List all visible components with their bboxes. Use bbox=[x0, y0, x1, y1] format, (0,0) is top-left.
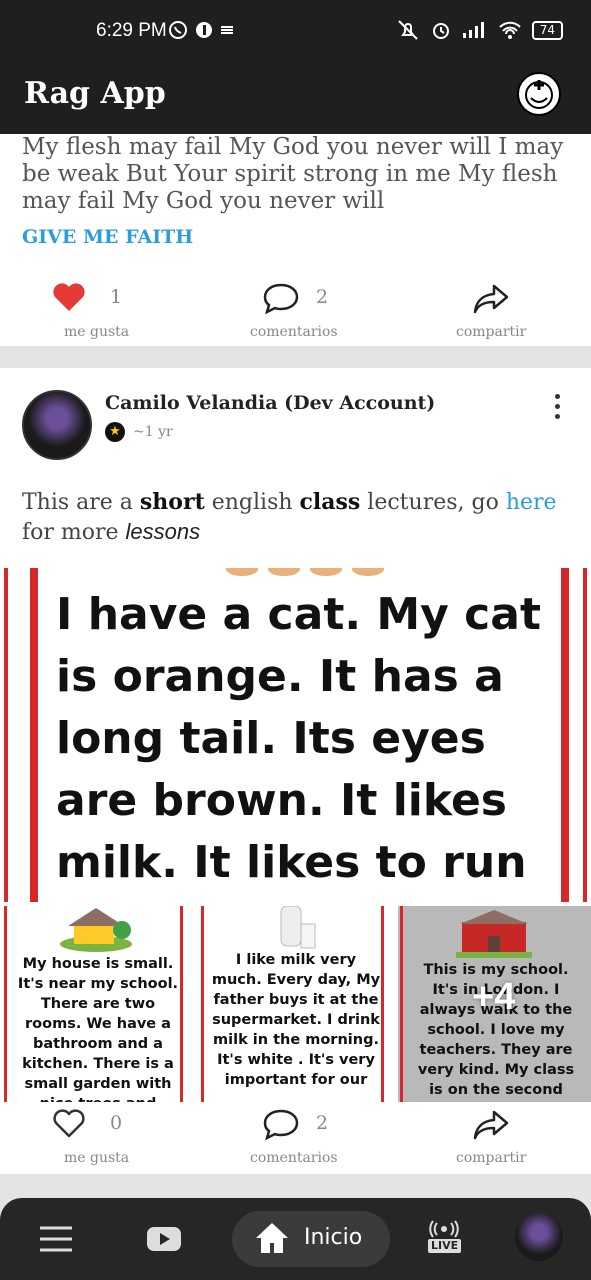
more-images-count[interactable]: +4 bbox=[472, 976, 515, 1019]
app-logo-button[interactable] bbox=[517, 72, 561, 116]
milk-illustration bbox=[280, 906, 316, 949]
live-broadcast-icon bbox=[429, 1220, 459, 1238]
live-badge: LIVE bbox=[428, 1239, 462, 1253]
like-count: 0 bbox=[110, 1112, 123, 1134]
comment-icon bbox=[263, 1109, 299, 1141]
share-button[interactable]: compartir bbox=[456, 282, 526, 340]
school-illustration bbox=[456, 910, 532, 958]
comment-label: comentarios bbox=[250, 1150, 338, 1166]
post-actions: 1 me gusta 2 comentarios compartir bbox=[0, 274, 591, 354]
post-inline-link[interactable]: here bbox=[506, 490, 557, 515]
comment-count: 2 bbox=[316, 286, 329, 308]
like-button[interactable]: 1 me gusta bbox=[52, 282, 129, 340]
cat-paws-illustration bbox=[226, 568, 384, 576]
praying-hands-icon bbox=[525, 80, 553, 109]
more-options-button[interactable] bbox=[555, 394, 561, 424]
thumbnail-text: I like milk very much. Every day, My fat… bbox=[211, 952, 381, 1088]
home-icon bbox=[256, 1223, 288, 1253]
post-card: My flesh may fail My God you never will … bbox=[0, 134, 591, 346]
share-icon bbox=[473, 1110, 509, 1140]
share-button[interactable]: compartir bbox=[456, 1108, 526, 1166]
alarm-icon bbox=[432, 23, 449, 39]
signal-icon bbox=[462, 22, 484, 38]
comment-count: 2 bbox=[316, 1112, 329, 1134]
like-label: me gusta bbox=[64, 324, 130, 340]
heart-outline-icon bbox=[53, 1109, 85, 1138]
app-bar: Rag App bbox=[0, 64, 591, 134]
app-status-icon bbox=[196, 22, 212, 38]
comment-label: comentarios bbox=[250, 324, 338, 340]
image-text: I have a cat. My cat is orange. It has a… bbox=[56, 589, 541, 888]
post-main-image[interactable]: I have a cat. My cat is orange. It has a… bbox=[0, 568, 591, 902]
star-badge-icon: ★ bbox=[105, 422, 125, 442]
comment-button[interactable]: 2 comentarios bbox=[250, 1108, 338, 1166]
comment-button[interactable]: 2 comentarios bbox=[250, 282, 338, 340]
status-bar: 6:29 PM 74 bbox=[0, 0, 591, 64]
post-text: My flesh may fail My God you never will … bbox=[22, 134, 564, 214]
status-time: 6:29 PM bbox=[96, 20, 167, 41]
image-thumbnails: My house is small. It's near my school. … bbox=[0, 906, 591, 1102]
share-label: compartir bbox=[456, 324, 527, 340]
thumbnail-milk[interactable]: I like milk very much. Every day, My fat… bbox=[199, 906, 392, 1102]
menu-lines-icon bbox=[221, 26, 233, 34]
like-button[interactable]: 0 me gusta bbox=[52, 1108, 129, 1166]
post-card: Camilo Velandia (Dev Account) ★ ~1 yr Th… bbox=[0, 368, 591, 1174]
post-actions: 0 me gusta 2 comentarios compartir bbox=[0, 1104, 591, 1184]
house-illustration bbox=[60, 908, 132, 952]
nav-profile-avatar[interactable] bbox=[515, 1213, 563, 1261]
author-avatar[interactable] bbox=[22, 390, 92, 460]
post-link[interactable]: GIVE ME FAITH bbox=[22, 226, 193, 248]
battery-indicator: 74 bbox=[531, 20, 563, 40]
nav-live-button[interactable]: LIVE bbox=[424, 1220, 464, 1260]
app-title: Rag App bbox=[24, 76, 166, 111]
post-time: ~1 yr bbox=[133, 424, 173, 440]
comment-icon bbox=[263, 283, 299, 315]
thumbnail-house[interactable]: My house is small. It's near my school. … bbox=[0, 906, 193, 1102]
heart-filled-icon bbox=[53, 283, 85, 311]
youtube-icon[interactable] bbox=[146, 1226, 182, 1252]
more-dots-icon bbox=[555, 394, 560, 399]
nav-home-button[interactable]: Inicio bbox=[232, 1211, 390, 1267]
post-meta: ★ ~1 yr bbox=[105, 422, 173, 442]
wifi-icon bbox=[499, 21, 521, 39]
share-label: compartir bbox=[456, 1150, 527, 1166]
thumbnail-text: My house is small. It's near my school. … bbox=[17, 956, 179, 1102]
like-count: 1 bbox=[110, 286, 123, 308]
hamburger-menu-icon[interactable] bbox=[38, 1224, 74, 1254]
whatsapp-icon bbox=[169, 21, 187, 39]
post-text: This are a short english class lectures,… bbox=[22, 489, 557, 545]
share-icon bbox=[473, 284, 509, 314]
nav-home-label: Inicio bbox=[304, 1225, 363, 1250]
bottom-navigation: Inicio LIVE bbox=[0, 1198, 591, 1280]
author-name[interactable]: Camilo Velandia (Dev Account) bbox=[105, 392, 435, 414]
like-label: me gusta bbox=[64, 1150, 130, 1166]
mute-icon bbox=[398, 20, 418, 40]
